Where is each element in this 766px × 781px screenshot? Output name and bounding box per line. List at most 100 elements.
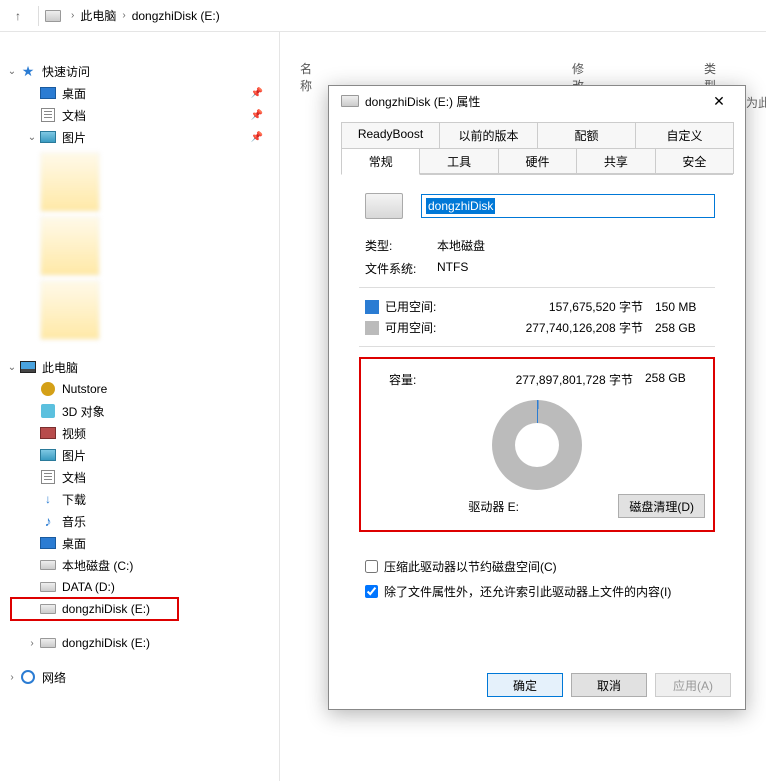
tree-videos[interactable]: 视频 <box>0 422 279 444</box>
tree-desktop[interactable]: 桌面 📌 <box>0 82 279 104</box>
folder-thumbnail[interactable] <box>40 216 100 276</box>
collapse-icon[interactable]: ⌄ <box>6 66 18 77</box>
tree-dongzhidisk-e-highlighted[interactable]: dongzhiDisk (E:) <box>0 598 279 620</box>
cancel-button[interactable]: 取消 <box>571 673 647 697</box>
tab-hardware[interactable]: 硬件 <box>498 148 577 174</box>
tree-pictures2[interactable]: 图片 <box>0 444 279 466</box>
properties-dialog: dongzhiDisk (E:) 属性 ✕ ReadyBoost 以前的版本 配… <box>328 85 746 710</box>
collapse-icon[interactable]: ⌄ <box>6 362 18 373</box>
star-icon: ★ <box>20 64 36 78</box>
tree-3d-objects[interactable]: 3D 对象 <box>0 400 279 422</box>
navigation-tree: ⌄ ★ 快速访问 桌面 📌 文档 📌 ⌄ 图片 📌 ⌄ 此电脑 <box>0 32 280 781</box>
pin-icon: 📌 <box>251 110 263 121</box>
tree-label: 音乐 <box>62 513 86 530</box>
tab-tools[interactable]: 工具 <box>419 148 498 174</box>
tree-music[interactable]: ♪ 音乐 <box>0 510 279 532</box>
download-icon: ↓ <box>40 492 56 506</box>
folder-thumbnail[interactable] <box>40 280 100 340</box>
close-button[interactable]: ✕ <box>699 87 739 115</box>
color-swatch-used-icon <box>365 300 379 314</box>
used-space-human: 150 MB <box>655 300 715 314</box>
tab-general[interactable]: 常规 <box>341 148 420 175</box>
tree-label: 3D 对象 <box>62 403 105 420</box>
tree-label: 图片 <box>62 447 86 464</box>
tree-data-d[interactable]: DATA (D:) <box>0 576 279 598</box>
partial-hint-text: 为此 <box>746 94 766 111</box>
tree-label: 本地磁盘 (C:) <box>62 557 133 574</box>
capacity-highlighted-section: 容量: 277,897,801,728 字节 258 GB 驱动器 E: 磁盘清… <box>359 357 715 532</box>
pin-icon: 📌 <box>251 132 263 143</box>
tree-desktop2[interactable]: 桌面 <box>0 532 279 554</box>
tab-sharing[interactable]: 共享 <box>576 148 655 174</box>
used-space-label: 已用空间: <box>385 298 445 315</box>
nav-up-icon[interactable]: ↑ <box>8 6 28 26</box>
music-icon: ♪ <box>40 514 56 528</box>
tree-label: 下载 <box>62 491 86 508</box>
filesystem-label: 文件系统: <box>365 260 437 277</box>
tab-quota[interactable]: 配额 <box>537 122 636 148</box>
tree-downloads[interactable]: ↓ 下载 <box>0 488 279 510</box>
pin-icon: 📌 <box>251 88 263 99</box>
video-icon <box>40 427 56 439</box>
column-name[interactable]: 名称 <box>300 60 312 128</box>
pictures-icon <box>40 131 56 143</box>
tree-documents[interactable]: 文档 📌 <box>0 104 279 126</box>
ok-button[interactable]: 确定 <box>487 673 563 697</box>
tree-label: 图片 <box>62 129 86 146</box>
expand-icon[interactable]: › <box>6 672 18 683</box>
tree-pictures[interactable]: ⌄ 图片 📌 <box>0 126 279 148</box>
tab-security[interactable]: 安全 <box>655 148 734 174</box>
dialog-titlebar[interactable]: dongzhiDisk (E:) 属性 ✕ <box>329 86 745 116</box>
tree-label: 文档 <box>62 469 86 486</box>
drive-name-input[interactable]: dongzhiDisk <box>421 194 715 218</box>
tree-this-pc[interactable]: ⌄ 此电脑 <box>0 356 279 378</box>
free-space-bytes: 277,740,126,208 字节 <box>445 319 655 336</box>
collapse-icon[interactable]: ⌄ <box>26 132 38 143</box>
chevron-right-icon[interactable]: › <box>122 10 125 21</box>
tree-label: 此电脑 <box>42 359 78 376</box>
expand-icon[interactable]: › <box>26 638 38 649</box>
tree-label: 桌面 <box>62 535 86 552</box>
divider <box>38 6 39 26</box>
type-value: 本地磁盘 <box>437 237 485 254</box>
drive-letter-label: 驱动器 E: <box>369 498 618 515</box>
tab-previous-versions[interactable]: 以前的版本 <box>439 122 538 148</box>
tree-dongzhidisk-e[interactable]: › dongzhiDisk (E:) <box>0 632 279 654</box>
chevron-right-icon[interactable]: › <box>71 10 74 21</box>
breadcrumb-segment[interactable]: dongzhiDisk (E:) <box>132 9 220 23</box>
desktop-icon <box>40 87 56 99</box>
tree-label: 桌面 <box>62 85 86 102</box>
divider <box>359 346 715 347</box>
tab-readyboost[interactable]: ReadyBoost <box>341 122 440 148</box>
folder-thumbnail[interactable] <box>40 152 100 212</box>
usage-pie-chart-icon <box>492 400 582 490</box>
tab-general-body: dongzhiDisk 类型: 本地磁盘 文件系统: NTFS 已用空间: 15… <box>341 175 733 610</box>
tree-label: Nutstore <box>62 382 107 396</box>
color-swatch-free-icon <box>365 321 379 335</box>
computer-icon <box>20 361 36 373</box>
drive-icon <box>45 10 61 22</box>
document-icon <box>41 470 55 484</box>
tree-documents2[interactable]: 文档 <box>0 466 279 488</box>
tab-customize[interactable]: 自定义 <box>635 122 734 148</box>
capacity-human: 258 GB <box>645 371 705 388</box>
apply-button[interactable]: 应用(A) <box>655 673 731 697</box>
tree-quick-access[interactable]: ⌄ ★ 快速访问 <box>0 60 279 82</box>
drive-large-icon <box>365 193 403 219</box>
filesystem-value: NTFS <box>437 260 468 277</box>
tree-nutstore[interactable]: Nutstore <box>0 378 279 400</box>
compress-label[interactable]: 压缩此驱动器以节约磁盘空间(C) <box>384 558 557 575</box>
network-icon <box>21 670 35 684</box>
disk-cleanup-button[interactable]: 磁盘清理(D) <box>618 494 705 518</box>
index-label[interactable]: 除了文件属性外，还允许索引此驱动器上文件的内容(I) <box>384 583 671 600</box>
capacity-bytes: 277,897,801,728 字节 <box>449 371 645 388</box>
tree-network[interactable]: › 网络 <box>0 666 279 688</box>
drive-name-value: dongzhiDisk <box>426 198 495 214</box>
pictures-icon <box>40 449 56 461</box>
breadcrumb-bar: ↑ › 此电脑 › dongzhiDisk (E:) <box>0 0 766 32</box>
compress-checkbox[interactable] <box>365 560 378 573</box>
breadcrumb-segment[interactable]: 此电脑 <box>80 7 116 24</box>
tree-local-disk-c[interactable]: 本地磁盘 (C:) <box>0 554 279 576</box>
free-space-label: 可用空间: <box>385 319 445 336</box>
index-checkbox[interactable] <box>365 585 378 598</box>
